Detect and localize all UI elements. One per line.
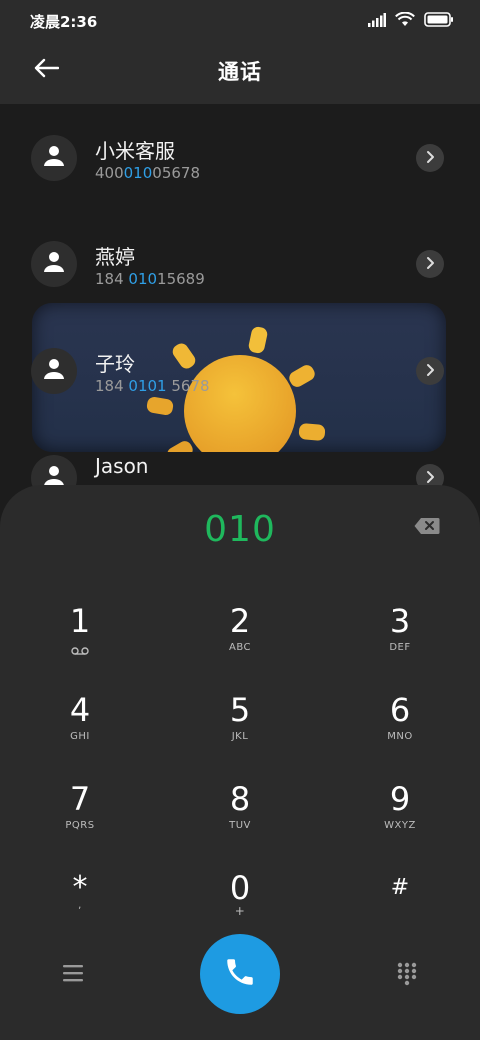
contact-detail-button[interactable] bbox=[416, 144, 444, 172]
backspace-icon bbox=[414, 518, 440, 539]
battery-icon bbox=[424, 11, 454, 31]
key-star[interactable]: * , bbox=[20, 870, 140, 950]
hide-keypad-button[interactable] bbox=[396, 961, 418, 987]
contact-name: 燕婷 bbox=[95, 245, 135, 269]
key-8[interactable]: 8 TUV bbox=[180, 781, 300, 861]
contact-name: 子玲 bbox=[95, 352, 135, 376]
key-5[interactable]: 5 JKL bbox=[180, 692, 300, 772]
contact-row[interactable]: 燕婷 184 01015689 bbox=[0, 210, 480, 290]
contact-number: 40001005678 bbox=[95, 164, 200, 182]
keypad-icon bbox=[396, 962, 418, 991]
person-icon bbox=[43, 145, 65, 171]
chevron-right-icon bbox=[425, 255, 435, 274]
phone-icon bbox=[223, 955, 257, 993]
key-9[interactable]: 9 WXYZ bbox=[340, 781, 460, 861]
person-icon bbox=[43, 251, 65, 277]
status-time: 凌晨2:36 bbox=[30, 13, 98, 31]
contact-detail-button[interactable] bbox=[416, 357, 444, 385]
contact-number: 184 0101 5678 bbox=[95, 377, 210, 395]
call-button[interactable] bbox=[200, 934, 280, 1014]
menu-button[interactable] bbox=[62, 963, 84, 983]
person-icon bbox=[43, 358, 65, 384]
signal-icon bbox=[368, 12, 386, 31]
avatar bbox=[31, 348, 77, 394]
key-1[interactable]: 1 bbox=[20, 603, 140, 683]
menu-icon bbox=[62, 965, 84, 987]
key-3[interactable]: 3 DEF bbox=[340, 603, 460, 683]
key-7[interactable]: 7 PQRS bbox=[20, 781, 140, 861]
contact-name: Jason bbox=[95, 454, 149, 478]
top-bar: 凌晨2:36 通话 bbox=[0, 0, 480, 104]
contact-list: 小米客服 40001005678 燕婷 184 01015689 子玲 184 … bbox=[0, 104, 480, 504]
page-title: 通话 bbox=[218, 60, 262, 84]
contact-number: 184 01015689 bbox=[95, 270, 205, 288]
wifi-icon bbox=[395, 11, 415, 31]
avatar bbox=[31, 135, 77, 181]
dial-pad: 010 1 2 ABC 3 DEF 4 GHI 5 JKL 6 MNO 7 PQ… bbox=[0, 485, 480, 1040]
avatar bbox=[31, 241, 77, 287]
backspace-button[interactable] bbox=[414, 517, 440, 537]
contact-row[interactable]: 子玲 184 0101 5678 bbox=[0, 317, 480, 397]
voicemail-icon bbox=[20, 640, 140, 659]
dialed-number[interactable]: 010 bbox=[0, 509, 480, 550]
chevron-right-icon bbox=[425, 149, 435, 168]
key-6[interactable]: 6 MNO bbox=[340, 692, 460, 772]
contact-row[interactable]: 小米客服 40001005678 bbox=[0, 104, 480, 184]
contact-detail-button[interactable] bbox=[416, 250, 444, 278]
key-2[interactable]: 2 ABC bbox=[180, 603, 300, 683]
contact-name: 小米客服 bbox=[95, 139, 175, 163]
key-hash[interactable]: # bbox=[340, 870, 460, 950]
key-4[interactable]: 4 GHI bbox=[20, 692, 140, 772]
status-icons bbox=[368, 11, 454, 31]
chevron-right-icon bbox=[425, 362, 435, 381]
